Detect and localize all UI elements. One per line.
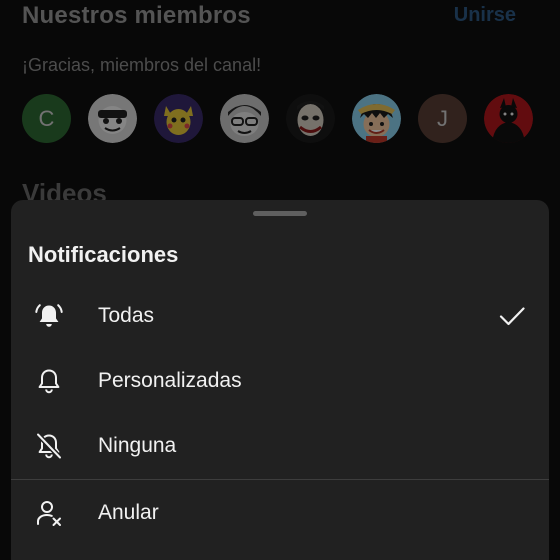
option-all-notifications[interactable]: Todas	[11, 285, 549, 347]
bell-off-icon	[34, 431, 64, 461]
checkmark-icon	[497, 301, 527, 331]
channel-page: Nuestros miembros Unirse ¡Gracias, miemb…	[0, 0, 560, 560]
option-custom-notifications[interactable]: Personalizadas	[11, 350, 549, 412]
person-remove-icon	[34, 498, 64, 528]
option-label: Todas	[98, 304, 155, 327]
sheet-divider	[11, 479, 549, 480]
sheet-drag-handle[interactable]	[253, 211, 307, 216]
unsubscribe-option[interactable]: Anular	[11, 482, 549, 544]
bell-ringing-icon	[34, 301, 64, 331]
sheet-title: Notificaciones	[28, 242, 179, 267]
unsubscribe-label: Anular	[98, 501, 159, 524]
bell-icon	[34, 366, 64, 396]
notifications-sheet: Notificaciones Todas Personalizadas Ning…	[11, 200, 549, 560]
option-label: Ninguna	[98, 434, 177, 457]
option-label: Personalizadas	[98, 369, 242, 392]
option-no-notifications[interactable]: Ninguna	[11, 415, 549, 477]
